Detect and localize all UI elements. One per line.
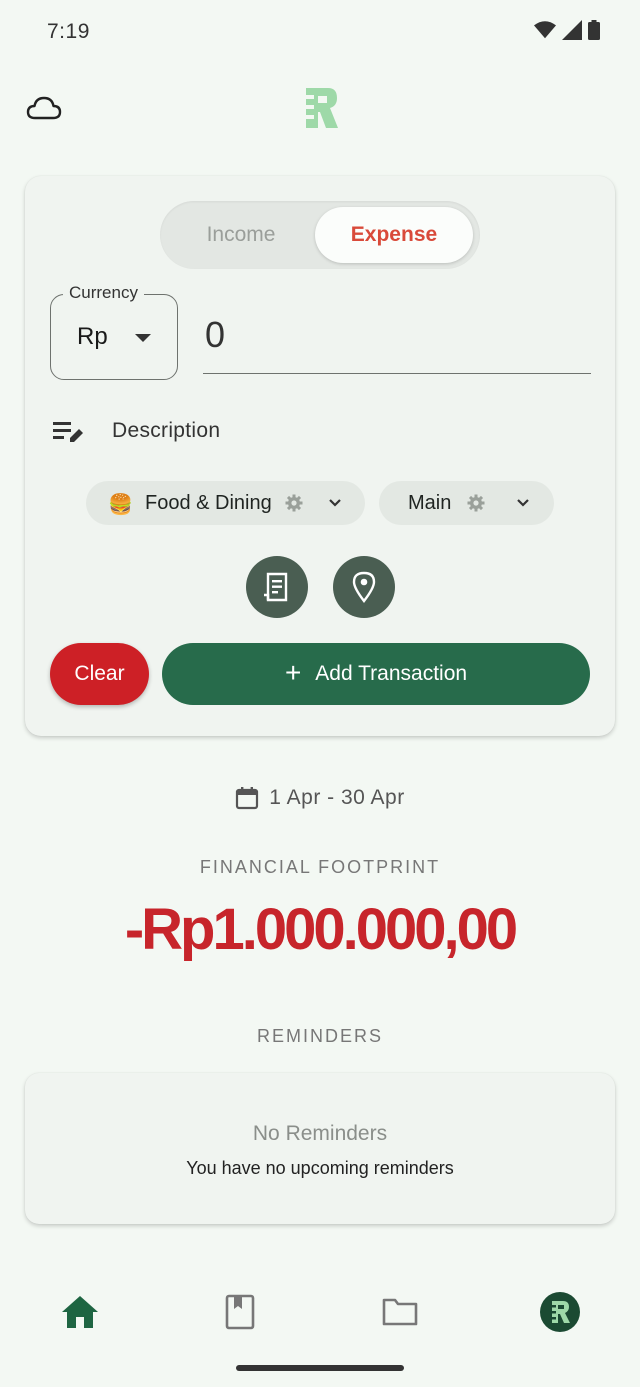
description-input[interactable]: Description bbox=[112, 419, 220, 443]
date-range-selector[interactable]: 1 Apr - 30 Apr bbox=[0, 786, 640, 810]
nav-app[interactable] bbox=[538, 1290, 582, 1334]
category-emoji: 🍔 bbox=[108, 494, 133, 516]
gear-icon[interactable] bbox=[285, 494, 303, 512]
currency-value: Rp bbox=[77, 323, 108, 350]
receipt-icon bbox=[264, 572, 288, 602]
currency-label: Currency bbox=[63, 283, 144, 303]
signal-icon bbox=[562, 20, 582, 40]
battery-icon bbox=[588, 20, 600, 40]
date-range-text: 1 Apr - 30 Apr bbox=[269, 786, 405, 809]
category-chip[interactable]: 🍔 Food & Dining bbox=[86, 481, 365, 525]
location-pin-icon bbox=[352, 571, 376, 603]
bottom-navigation bbox=[0, 1270, 640, 1350]
gear-icon[interactable] bbox=[467, 494, 485, 512]
expense-tab[interactable]: Expense bbox=[315, 207, 473, 263]
wifi-icon bbox=[534, 21, 556, 39]
transaction-type-toggle: Income Expense bbox=[160, 201, 480, 269]
reminders-empty-title: No Reminders bbox=[252, 1122, 388, 1145]
caret-down-icon bbox=[135, 334, 151, 342]
app-logo-icon bbox=[304, 88, 338, 128]
amount-value: 0 bbox=[205, 314, 226, 355]
clear-button[interactable]: Clear bbox=[50, 643, 149, 705]
add-transaction-button[interactable]: + Add Transaction bbox=[162, 643, 590, 705]
currency-select[interactable]: Currency Rp bbox=[50, 283, 178, 380]
status-time: 7:19 bbox=[47, 20, 90, 43]
nav-folder[interactable] bbox=[378, 1290, 422, 1334]
location-button[interactable] bbox=[333, 556, 395, 618]
reminders-card: No Reminders You have no upcoming remind… bbox=[25, 1073, 615, 1224]
reminders-section-label: REMINDERS bbox=[256, 1026, 383, 1046]
category-label: Food & Dining bbox=[145, 492, 272, 514]
cloud-sync-button[interactable] bbox=[22, 88, 66, 128]
reminders-empty-subtitle: You have no upcoming reminders bbox=[186, 1158, 454, 1178]
amount-input[interactable]: 0 bbox=[203, 304, 591, 374]
add-transaction-label: Add Transaction bbox=[315, 662, 468, 685]
cloud-icon bbox=[26, 96, 62, 120]
receipt-button[interactable] bbox=[246, 556, 308, 618]
calendar-icon bbox=[236, 787, 259, 810]
book-icon bbox=[225, 1294, 255, 1330]
nav-home[interactable] bbox=[58, 1290, 102, 1334]
plus-icon: + bbox=[284, 656, 302, 688]
financial-footprint-amount: -Rp1.000.000,00 bbox=[124, 897, 518, 962]
account-chip[interactable]: Main bbox=[379, 481, 554, 525]
nav-book[interactable] bbox=[218, 1290, 262, 1334]
financial-footprint-label: FINANCIAL FOOTPRINT bbox=[199, 857, 441, 877]
home-indicator[interactable] bbox=[236, 1365, 404, 1371]
chevron-down-icon bbox=[517, 499, 529, 507]
status-bar: 7:19 bbox=[0, 0, 640, 64]
home-icon bbox=[62, 1296, 98, 1328]
folder-icon bbox=[382, 1298, 418, 1326]
app-logo-icon bbox=[540, 1292, 580, 1332]
chevron-down-icon bbox=[329, 499, 341, 507]
edit-notes-icon bbox=[53, 422, 83, 442]
income-tab[interactable]: Income bbox=[168, 207, 314, 263]
status-icons bbox=[534, 20, 600, 40]
account-label: Main bbox=[408, 492, 452, 514]
transaction-form-card: Income Expense Currency Rp 0 Description… bbox=[25, 176, 615, 736]
